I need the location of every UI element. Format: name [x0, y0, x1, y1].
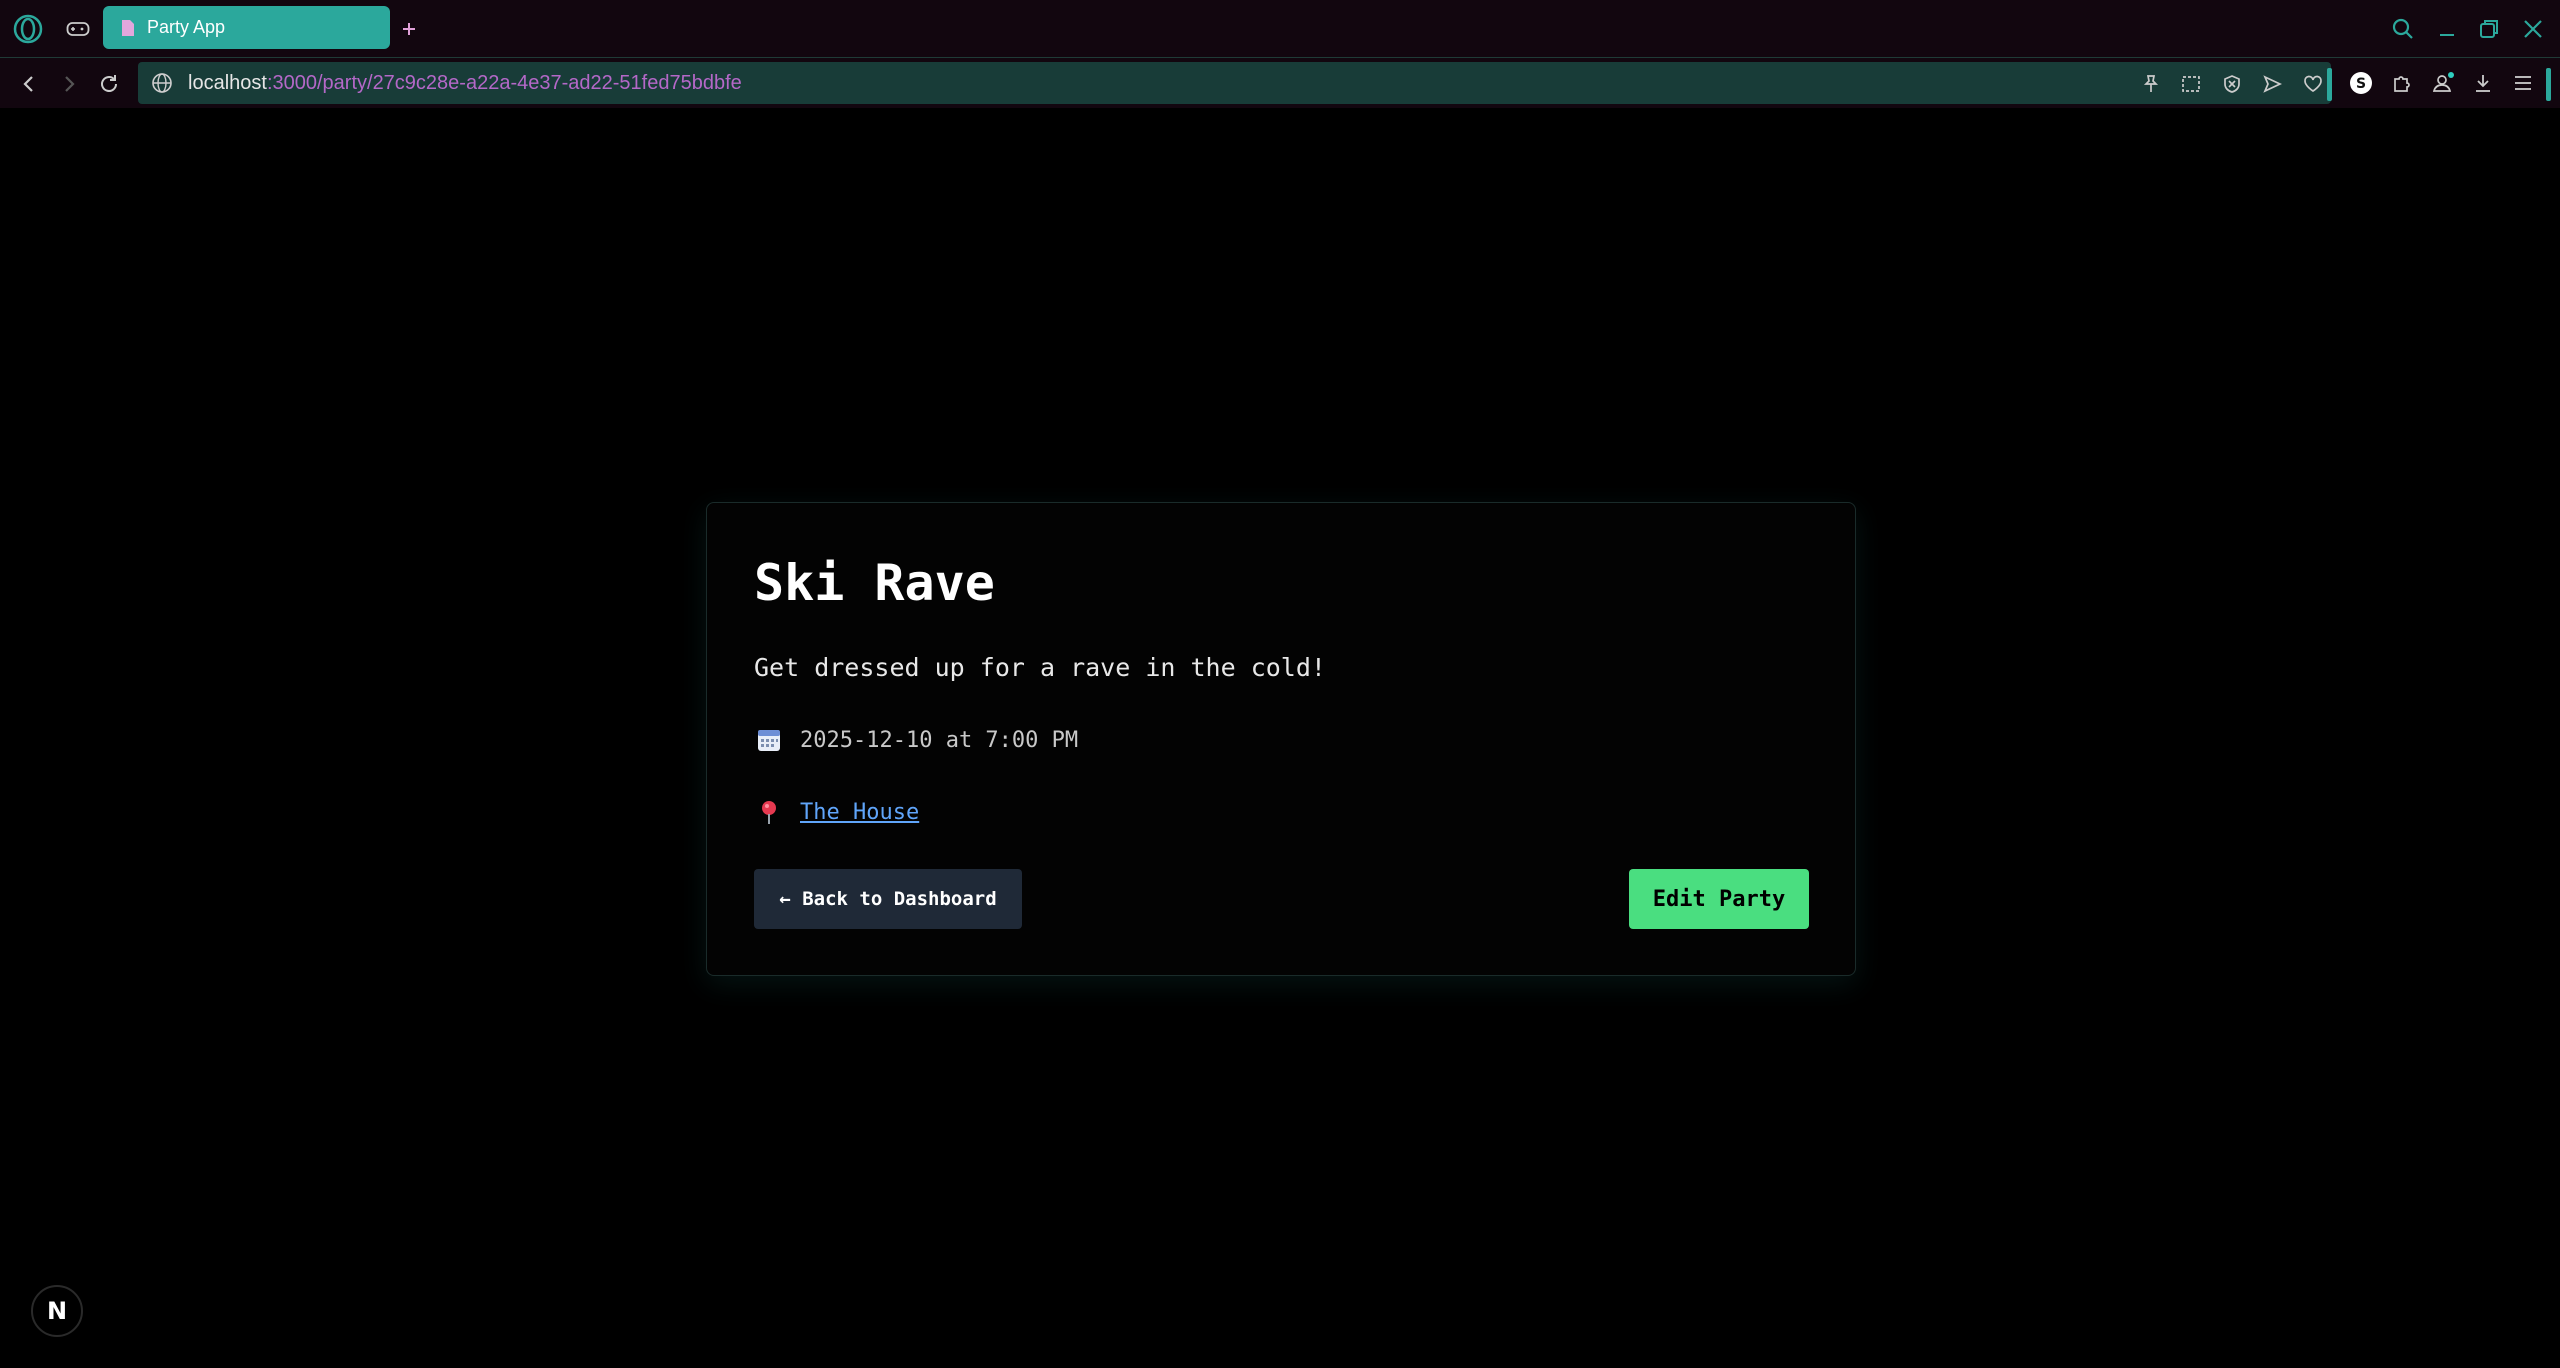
location-link[interactable]: The House — [800, 800, 919, 825]
browser-tab-bar: Party App — [0, 0, 2560, 58]
svg-text:S: S — [2356, 76, 2366, 92]
location-pin-icon — [754, 797, 784, 827]
nextjs-logo-icon: N — [46, 1297, 68, 1325]
opera-logo-icon[interactable] — [12, 13, 44, 45]
calendar-icon — [754, 725, 784, 755]
url-path: :3000/party/27c9c28e-a22a-4e37-ad22-51fe… — [266, 72, 742, 94]
send-icon[interactable] — [2259, 71, 2285, 97]
minimize-icon[interactable] — [2432, 14, 2462, 44]
easy-setup-menu-icon[interactable] — [2508, 68, 2538, 98]
party-location-row: The House — [754, 797, 919, 827]
edit-party-button[interactable]: Edit Party — [1629, 869, 1809, 929]
restore-icon[interactable] — [2474, 14, 2504, 44]
snapshot-icon[interactable] — [2178, 71, 2204, 97]
party-details-card: Ski Rave Get dressed up for a rave in th… — [706, 502, 1856, 976]
s-extension-icon[interactable]: S — [2346, 68, 2376, 98]
address-bar-row: localhost:3000/party/27c9c28e-a22a-4e37-… — [0, 58, 2560, 108]
nextjs-dev-badge[interactable]: N — [31, 1285, 83, 1337]
party-description: Get dressed up for a rave in the cold! — [754, 653, 1326, 682]
close-window-icon[interactable] — [2518, 14, 2548, 44]
forward-nav-icon[interactable] — [54, 69, 84, 99]
reload-icon[interactable] — [94, 69, 124, 99]
tab-title: Party App — [147, 17, 226, 37]
pin-icon[interactable] — [2138, 71, 2164, 97]
globe-icon — [150, 71, 174, 95]
new-tab-plus-icon[interactable] — [396, 16, 422, 42]
extensions-puzzle-icon[interactable] — [2387, 68, 2417, 98]
url-text: localhost:3000/party/27c9c28e-a22a-4e37-… — [188, 62, 742, 104]
party-datetime: 2025-12-10 at 7:00 PM — [800, 727, 1079, 753]
tab-party-app[interactable]: Party App — [103, 6, 390, 49]
profile-icon[interactable] — [2428, 68, 2458, 98]
back-nav-icon[interactable] — [14, 69, 44, 99]
search-icon[interactable] — [2388, 14, 2418, 44]
gamepad-icon[interactable] — [63, 16, 93, 42]
party-date-row: 2025-12-10 at 7:00 PM — [754, 725, 1078, 755]
heart-icon[interactable] — [2300, 71, 2326, 97]
sidebar-edge-indicator — [2546, 68, 2551, 101]
address-bar-divider — [2327, 68, 2332, 101]
url-host: localhost — [188, 72, 267, 94]
party-title: Ski Rave — [754, 554, 995, 612]
back-to-dashboard-button[interactable]: ← Back to Dashboard — [754, 869, 1022, 929]
url-field[interactable]: localhost:3000/party/27c9c28e-a22a-4e37-… — [138, 62, 2331, 104]
download-icon[interactable] — [2468, 68, 2498, 98]
shield-icon[interactable] — [2219, 71, 2245, 97]
page-icon — [119, 17, 137, 39]
